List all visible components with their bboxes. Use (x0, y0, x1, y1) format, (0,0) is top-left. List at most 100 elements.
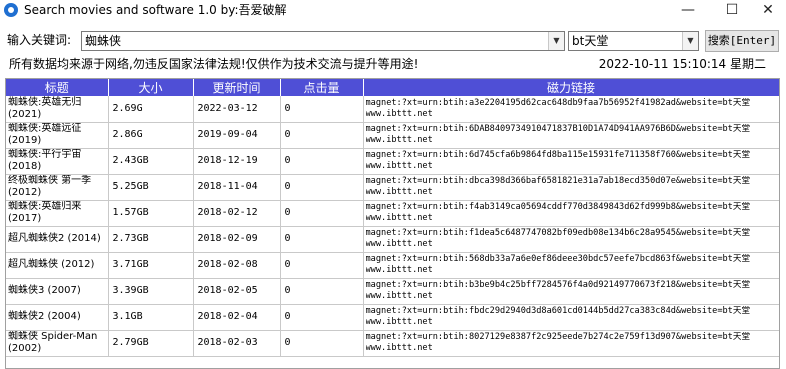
table-row[interactable]: 蜘蛛侠:英雄无归 (2021) 2.69G 2022-03-12 0 magne… (6, 96, 779, 123)
cell-size: 5.25GB (108, 174, 194, 201)
column-header-title[interactable]: 标题 (6, 79, 109, 96)
cell-date: 2019-09-04 (193, 122, 281, 149)
app-icon (4, 3, 18, 17)
table-row[interactable]: 蜘蛛侠:英雄归来 (2017) 1.57GB 2018-02-12 0 magn… (6, 200, 779, 227)
cell-clicks: 0 (280, 252, 364, 279)
chevron-down-icon[interactable]: ▼ (682, 32, 698, 50)
magnet-link[interactable]: magnet:?xt=urn:btih:b3be9b4c25bff7284576… (366, 280, 777, 291)
magnet-link[interactable]: magnet:?xt=urn:btih:a3e2204195d62cac648d… (366, 98, 777, 109)
minimize-icon[interactable]: — (666, 0, 710, 22)
cell-size: 3.1GB (108, 304, 194, 331)
cell-size: 2.86G (108, 122, 194, 149)
magnet-site: www.ibttt.net (365, 265, 433, 275)
cell-title: 蜘蛛侠:英雄无归 (2021) (6, 96, 109, 123)
chevron-down-icon[interactable]: ▼ (548, 32, 564, 50)
table-row[interactable]: 蜘蛛侠 Spider-Man (2002) 2.79GB 2018-02-03 … (6, 330, 779, 357)
magnet-link[interactable]: magnet:?xt=urn:btih:f1dea5c6487747082bf0… (366, 228, 777, 239)
magnet-site: www.ibttt.net (365, 343, 433, 353)
cell-magnet[interactable]: magnet:?xt=urn:btih:b3be9b4c25bff7284576… (363, 278, 779, 305)
cell-magnet[interactable]: magnet:?xt=urn:btih:8027129e8387f2c925ee… (363, 330, 779, 357)
magnet-site: www.ibttt.net (365, 135, 433, 145)
cell-magnet[interactable]: magnet:?xt=urn:btih:fbdc29d2940d3d8a601c… (363, 304, 779, 331)
info-bar: 所有数据均来源于网络,勿违反国家法律法规!仅供作为技术交流与提升等用途! 202… (0, 56, 786, 74)
cell-magnet[interactable]: magnet:?xt=urn:btih:f4ab3149ca05694cddf7… (363, 200, 779, 227)
cell-size: 2.43GB (108, 148, 194, 175)
cell-date: 2018-02-12 (193, 200, 281, 227)
cell-clicks: 0 (280, 330, 364, 357)
cell-magnet[interactable]: magnet:?xt=urn:btih:6d745cfa6b9864fd8ba1… (363, 148, 779, 175)
cell-size: 2.69G (108, 96, 194, 123)
cell-date: 2018-12-19 (193, 148, 281, 175)
cell-size: 1.57GB (108, 200, 194, 227)
cell-title: 超凡蜘蛛侠 (2012) (6, 252, 109, 279)
magnet-link[interactable]: magnet:?xt=urn:btih:f4ab3149ca05694cddf7… (366, 202, 777, 213)
keyword-value[interactable]: 蜘蛛侠 (85, 34, 121, 49)
cell-clicks: 0 (280, 148, 364, 175)
results-table[interactable]: 标题 大小 更新时间 点击量 磁力链接 蜘蛛侠:英雄无归 (2021) 2.69… (5, 78, 780, 369)
magnet-site: www.ibttt.net (365, 187, 433, 197)
cell-clicks: 0 (280, 174, 364, 201)
datetime-display: 2022-10-11 15:10:14 星期二 (598, 57, 766, 71)
close-icon[interactable]: ✕ (746, 0, 786, 22)
magnet-site: www.ibttt.net (365, 291, 433, 301)
cell-title: 蜘蛛侠3 (2007) (6, 278, 109, 305)
magnet-site: www.ibttt.net (365, 213, 433, 223)
cell-date: 2018-02-08 (193, 252, 281, 279)
cell-date: 2018-02-04 (193, 304, 281, 331)
column-header-magnet[interactable]: 磁力链接 (363, 79, 779, 96)
magnet-link[interactable]: magnet:?xt=urn:btih:fbdc29d2940d3d8a601c… (366, 306, 777, 317)
title-bar: Search movies and software 1.0 by:吾爱破解 —… (0, 0, 786, 22)
cell-magnet[interactable]: magnet:?xt=urn:btih:6DAB8409734910471837… (363, 122, 779, 149)
cell-size: 3.71GB (108, 252, 194, 279)
table-row[interactable]: 终极蜘蛛侠 第一季 (2012) 5.25GB 2018-11-04 0 mag… (6, 174, 779, 201)
cell-clicks: 0 (280, 278, 364, 305)
magnet-site: www.ibttt.net (365, 317, 433, 327)
keyword-combobox[interactable]: 蜘蛛侠 ▼ (81, 31, 565, 51)
column-header-date[interactable]: 更新时间 (193, 79, 281, 96)
cell-size: 2.79GB (108, 330, 194, 357)
magnet-link[interactable]: magnet:?xt=urn:btih:8027129e8387f2c925ee… (366, 332, 777, 343)
cell-title: 终极蜘蛛侠 第一季 (2012) (6, 174, 109, 201)
cell-size: 2.73GB (108, 226, 194, 253)
site-select[interactable]: bt天堂 ▼ (568, 31, 699, 51)
cell-magnet[interactable]: magnet:?xt=urn:btih:dbca398d366baf658182… (363, 174, 779, 201)
table-row[interactable]: 蜘蛛侠:平行宇宙 (2018) 2.43GB 2018-12-19 0 magn… (6, 148, 779, 175)
cell-title: 蜘蛛侠:英雄远征 (2019) (6, 122, 109, 149)
table-row[interactable]: 超凡蜘蛛侠2 (2014) 2.73GB 2018-02-09 0 magnet… (6, 226, 779, 253)
cell-magnet[interactable]: magnet:?xt=urn:btih:a3e2204195d62cac648d… (363, 96, 779, 123)
column-header-clicks[interactable]: 点击量 (280, 79, 364, 96)
cell-clicks: 0 (280, 122, 364, 149)
magnet-link[interactable]: magnet:?xt=urn:btih:dbca398d366baf658182… (366, 176, 777, 187)
site-value[interactable]: bt天堂 (572, 34, 608, 49)
column-header-size[interactable]: 大小 (108, 79, 194, 96)
window-title: Search movies and software 1.0 by:吾爱破解 (24, 3, 287, 17)
keyword-label: 输入关键词: (7, 33, 72, 47)
cell-title: 超凡蜘蛛侠2 (2014) (6, 226, 109, 253)
table-header-row: 标题 大小 更新时间 点击量 磁力链接 (6, 79, 779, 96)
cell-date: 2018-02-09 (193, 226, 281, 253)
cell-title: 蜘蛛侠2 (2004) (6, 304, 109, 331)
cell-date: 2022-03-12 (193, 96, 281, 123)
magnet-link[interactable]: magnet:?xt=urn:btih:6d745cfa6b9864fd8ba1… (366, 150, 777, 161)
magnet-link[interactable]: magnet:?xt=urn:btih:6DAB8409734910471837… (366, 124, 777, 135)
table-row[interactable]: 蜘蛛侠3 (2007) 3.39GB 2018-02-05 0 magnet:?… (6, 278, 779, 305)
magnet-site: www.ibttt.net (365, 239, 433, 249)
search-button[interactable]: 搜索[Enter] (705, 30, 779, 52)
magnet-link[interactable]: magnet:?xt=urn:btih:568db33a7a6e0ef86dee… (366, 254, 777, 265)
cell-clicks: 0 (280, 96, 364, 123)
cell-date: 2018-02-05 (193, 278, 281, 305)
cell-magnet[interactable]: magnet:?xt=urn:btih:f1dea5c6487747082bf0… (363, 226, 779, 253)
search-bar: 输入关键词: 蜘蛛侠 ▼ bt天堂 ▼ 搜索[Enter] (0, 30, 786, 52)
cell-title: 蜘蛛侠:英雄归来 (2017) (6, 200, 109, 227)
cell-title: 蜘蛛侠 Spider-Man (2002) (6, 330, 109, 357)
table-row[interactable]: 超凡蜘蛛侠 (2012) 3.71GB 2018-02-08 0 magnet:… (6, 252, 779, 279)
cell-clicks: 0 (280, 304, 364, 331)
cell-clicks: 0 (280, 200, 364, 227)
cell-clicks: 0 (280, 226, 364, 253)
disclaimer-text: 所有数据均来源于网络,勿违反国家法律法规!仅供作为技术交流与提升等用途! (9, 57, 419, 71)
table-row[interactable]: 蜘蛛侠2 (2004) 3.1GB 2018-02-04 0 magnet:?x… (6, 304, 779, 331)
magnet-site: www.ibttt.net (365, 161, 433, 171)
cell-size: 3.39GB (108, 278, 194, 305)
table-row[interactable]: 蜘蛛侠:英雄远征 (2019) 2.86G 2019-09-04 0 magne… (6, 122, 779, 149)
cell-magnet[interactable]: magnet:?xt=urn:btih:568db33a7a6e0ef86dee… (363, 252, 779, 279)
